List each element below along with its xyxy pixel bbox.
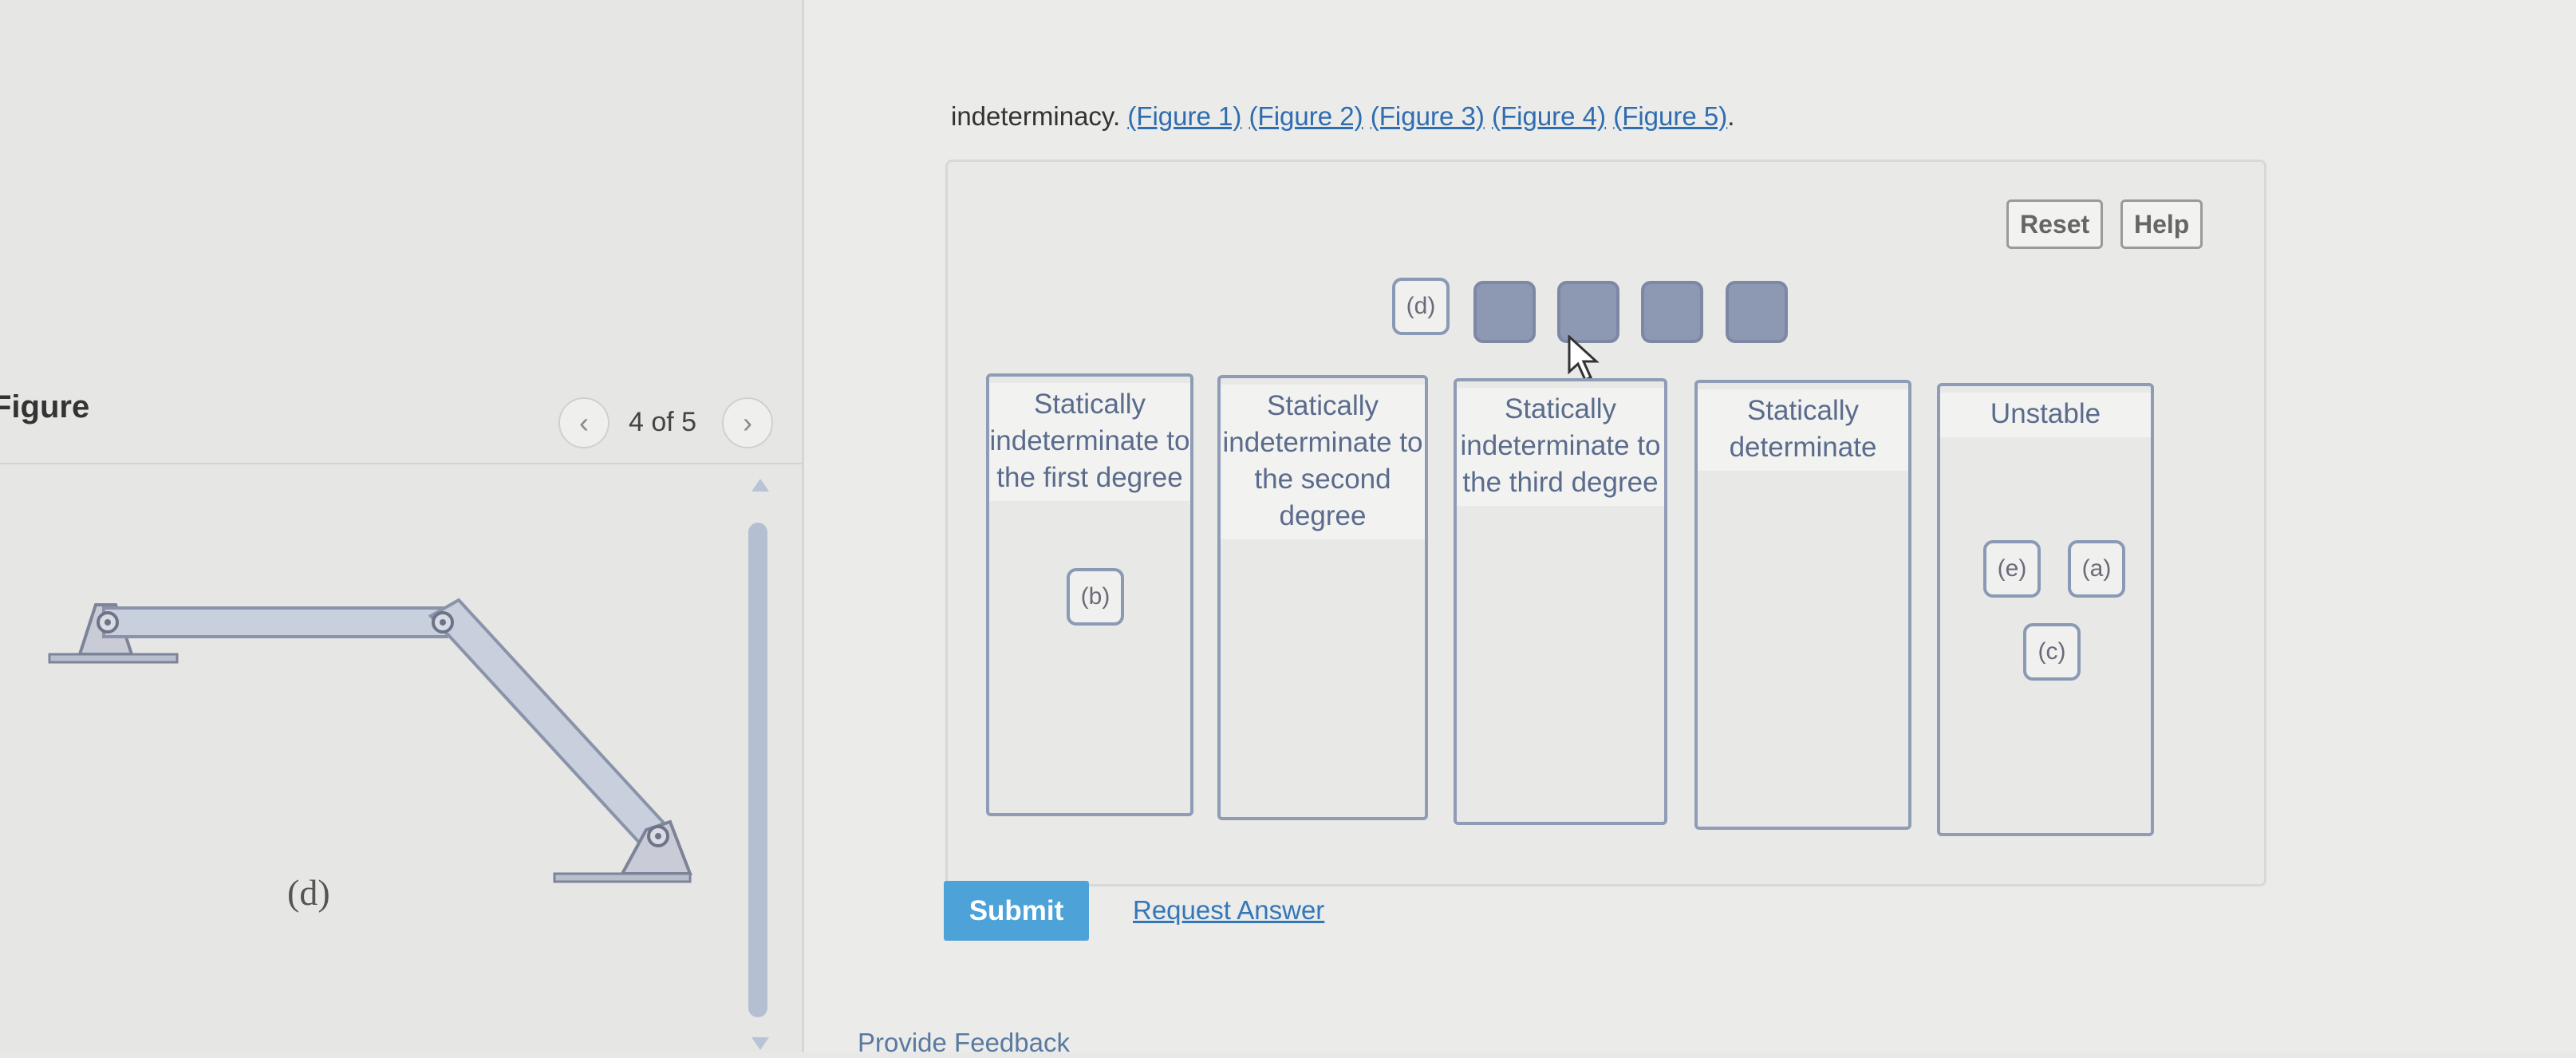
bin-label: Statically indeterminate to the third de… xyxy=(1457,388,1664,506)
bin-label: Statically determinate xyxy=(1698,389,1908,471)
empty-label-slot xyxy=(1557,281,1619,343)
bin-indeterminate-first-degree[interactable]: Statically indeterminate to the first de… xyxy=(986,373,1193,816)
chevron-right-icon: › xyxy=(743,406,752,439)
help-button[interactable]: Help xyxy=(2120,199,2203,249)
previous-figure-button[interactable]: ‹ xyxy=(558,397,609,448)
bin-label: Statically indeterminate to the first de… xyxy=(989,383,1190,501)
draggable-label-d[interactable]: (d) xyxy=(1392,278,1450,335)
submit-button[interactable]: Submit xyxy=(944,881,1089,941)
next-figure-button[interactable]: › xyxy=(722,397,773,448)
chevron-left-icon: ‹ xyxy=(579,406,589,439)
bin-unstable[interactable]: Unstable (e) (a) (c) xyxy=(1937,383,2154,836)
placed-label-e[interactable]: (e) xyxy=(1983,540,2041,598)
bin-indeterminate-second-degree[interactable]: Statically indeterminate to the second d… xyxy=(1217,375,1428,820)
empty-label-slot xyxy=(1473,281,1536,343)
empty-label-slot xyxy=(1726,281,1788,343)
figure-2-link[interactable]: (Figure 2) xyxy=(1249,101,1363,131)
figure-5-link[interactable]: (Figure 5) xyxy=(1613,101,1727,131)
scroll-up-arrow[interactable] xyxy=(751,479,769,491)
reset-button[interactable]: Reset xyxy=(2006,199,2104,249)
scroll-down-arrow[interactable] xyxy=(751,1037,769,1050)
provide-feedback-link[interactable]: Provide Feedback xyxy=(858,1028,1070,1058)
figure-3-link[interactable]: (Figure 3) xyxy=(1371,101,1485,131)
question-prompt: indeterminacy. (Figure 1) (Figure 2) (Fi… xyxy=(951,101,1734,132)
placed-label-a[interactable]: (a) xyxy=(2068,540,2125,598)
figure-title: Figure xyxy=(0,389,90,424)
frame-structure-diagram xyxy=(48,598,692,883)
placed-label-b[interactable]: (b) xyxy=(1067,568,1124,626)
placed-label-c[interactable]: (c) xyxy=(2023,623,2081,681)
empty-label-slot xyxy=(1641,281,1703,343)
bin-indeterminate-third-degree[interactable]: Statically indeterminate to the third de… xyxy=(1454,378,1667,825)
prompt-tail: . xyxy=(1727,101,1735,131)
figure-4-link[interactable]: (Figure 4) xyxy=(1492,101,1606,131)
prompt-text: indeterminacy. xyxy=(951,101,1128,131)
mouse-cursor-icon xyxy=(1568,335,1600,381)
bin-label: Statically indeterminate to the second d… xyxy=(1221,385,1425,539)
figure-pager-text: 4 of 5 xyxy=(629,407,697,437)
scrollbar-thumb[interactable] xyxy=(748,523,767,1017)
bin-statically-determinate[interactable]: Statically determinate xyxy=(1694,380,1911,830)
figure-label: (d) xyxy=(287,872,330,913)
bin-label: Unstable xyxy=(1940,393,2151,437)
figure-1-link[interactable]: (Figure 1) xyxy=(1127,101,1241,131)
request-answer-link[interactable]: Request Answer xyxy=(1133,895,1324,926)
figure-panel: Figure ‹ 4 of 5 › (d) xyxy=(0,0,804,1052)
